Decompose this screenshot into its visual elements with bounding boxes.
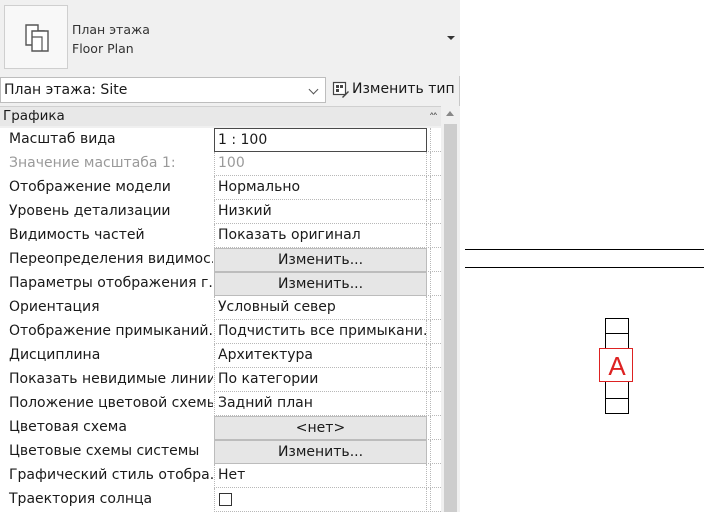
row-spacer [430,152,441,176]
property-value: 100 [214,152,427,176]
property-name: Графический стиль отобра... [0,464,213,488]
property-row[interactable]: Видимость частей Показать оригинал [0,224,441,248]
marker-segment [605,318,629,334]
property-row[interactable]: Цветовая схема <нет> [0,416,441,440]
type-dropdown-arrow-icon[interactable] [447,36,455,40]
properties-palette: План этажа Floor Plan План этажа: Site И… [0,0,460,512]
sun-path-checkbox[interactable] [219,493,232,506]
property-checkbox-cell[interactable] [214,488,427,512]
instance-select[interactable]: План этажа: Site [0,77,326,103]
property-name: Видимость частей [0,224,213,248]
property-row[interactable]: Графический стиль отобра... Нет [0,464,441,488]
scrollbar[interactable] [441,106,460,512]
row-spacer [430,368,441,392]
property-name: Ориентация [0,296,213,320]
chevron-down-icon [308,84,319,95]
section-header-graphics[interactable]: Графика ˄˄ [0,106,441,126]
property-value[interactable]: Условный север [214,296,427,320]
scroll-up-icon[interactable] [446,111,454,116]
property-row[interactable]: Положение цветовой схемы Задний план [0,392,441,416]
row-spacer [430,320,441,344]
property-edit-button[interactable]: Изменить... [214,248,427,272]
wall-line [465,249,704,250]
scroll-thumb[interactable] [444,124,457,512]
row-spacer [430,200,441,224]
wall-line [465,267,704,268]
row-spacer [430,272,441,296]
row-spacer [430,440,441,464]
collapse-icon[interactable]: ˄˄ [429,108,438,127]
row-spacer [430,128,441,152]
marker-segment [605,398,629,414]
property-name: Цветовая схема [0,416,213,440]
row-spacer [430,344,441,368]
property-row[interactable]: Отображение модели Нормально [0,176,441,200]
property-value[interactable]: Нормально [214,176,427,200]
property-value[interactable]: По категории [214,368,427,392]
type-family-name: План этажа [72,22,150,37]
property-name: Отображение модели [0,176,213,200]
property-value[interactable]: Задний план [214,392,427,416]
edit-type-button[interactable]: Изменить тип [330,77,456,103]
row-spacer [430,392,441,416]
property-name: Параметры отображения г... [0,272,213,296]
instance-selector-row: План этажа: Site Изменить тип [0,76,460,104]
property-row[interactable]: Отображение примыканий... Подчистить все … [0,320,441,344]
property-row[interactable]: Дисциплина Архитектура [0,344,441,368]
property-row[interactable]: Масштаб вида 1 : 100 [0,128,441,152]
property-value[interactable]: Архитектура [214,344,427,368]
property-row[interactable]: Цветовые схемы системы Изменить... [0,440,441,464]
property-value[interactable]: Нет [214,464,427,488]
type-selector[interactable]: План этажа Floor Plan [0,0,460,76]
property-value[interactable]: Низкий [214,200,427,224]
property-edit-button[interactable]: Изменить... [214,440,427,464]
property-row[interactable]: Параметры отображения г... Изменить... [0,272,441,296]
drawing-canvas[interactable]: A [461,0,704,512]
property-name: Значение масштаба 1: [0,152,213,176]
property-row[interactable]: Уровень детализации Низкий [0,200,441,224]
property-row[interactable]: Показать невидимые линии По категории [0,368,441,392]
property-name: Масштаб вида [0,128,213,152]
property-edit-button[interactable]: <нет> [214,416,427,440]
property-row[interactable]: Траектория солнца [0,488,441,512]
row-spacer [430,464,441,488]
property-name: Дисциплина [0,344,213,368]
row-spacer [430,176,441,200]
property-value-input[interactable]: 1 : 100 [214,128,427,152]
property-row: Значение масштаба 1: 100 [0,152,441,176]
property-name: Цветовые схемы системы [0,440,213,464]
properties-grid: Масштаб вида 1 : 100 Значение масштаба 1: 1… [0,128,441,512]
property-name: Траектория солнца [0,488,213,512]
type-name: Floor Plan [72,41,134,56]
section-title: Графика [3,108,65,124]
property-name: Отображение примыканий... [0,320,213,344]
marker-letter: A [608,351,626,381]
property-value[interactable]: Показать оригинал [214,224,427,248]
property-value[interactable]: Подчистить все примыкани... [214,320,427,344]
row-spacer [430,488,441,512]
row-spacer [430,296,441,320]
floor-plan-icon [4,5,68,69]
property-row[interactable]: Переопределения видимос... Изменить... [0,248,441,272]
row-spacer [430,248,441,272]
edit-type-label: Изменить тип [352,81,455,97]
property-row[interactable]: Ориентация Условный север [0,296,441,320]
row-spacer [430,224,441,248]
property-name: Переопределения видимос... [0,248,213,272]
edit-type-icon [332,81,349,98]
property-name: Положение цветовой схемы [0,392,213,416]
property-name: Уровень детализации [0,200,213,224]
instance-select-value: План этажа: Site [4,82,128,98]
row-spacer [430,416,441,440]
property-name: Показать невидимые линии [0,368,213,392]
property-edit-button[interactable]: Изменить... [214,272,427,296]
marker-tag[interactable]: A [599,348,633,382]
